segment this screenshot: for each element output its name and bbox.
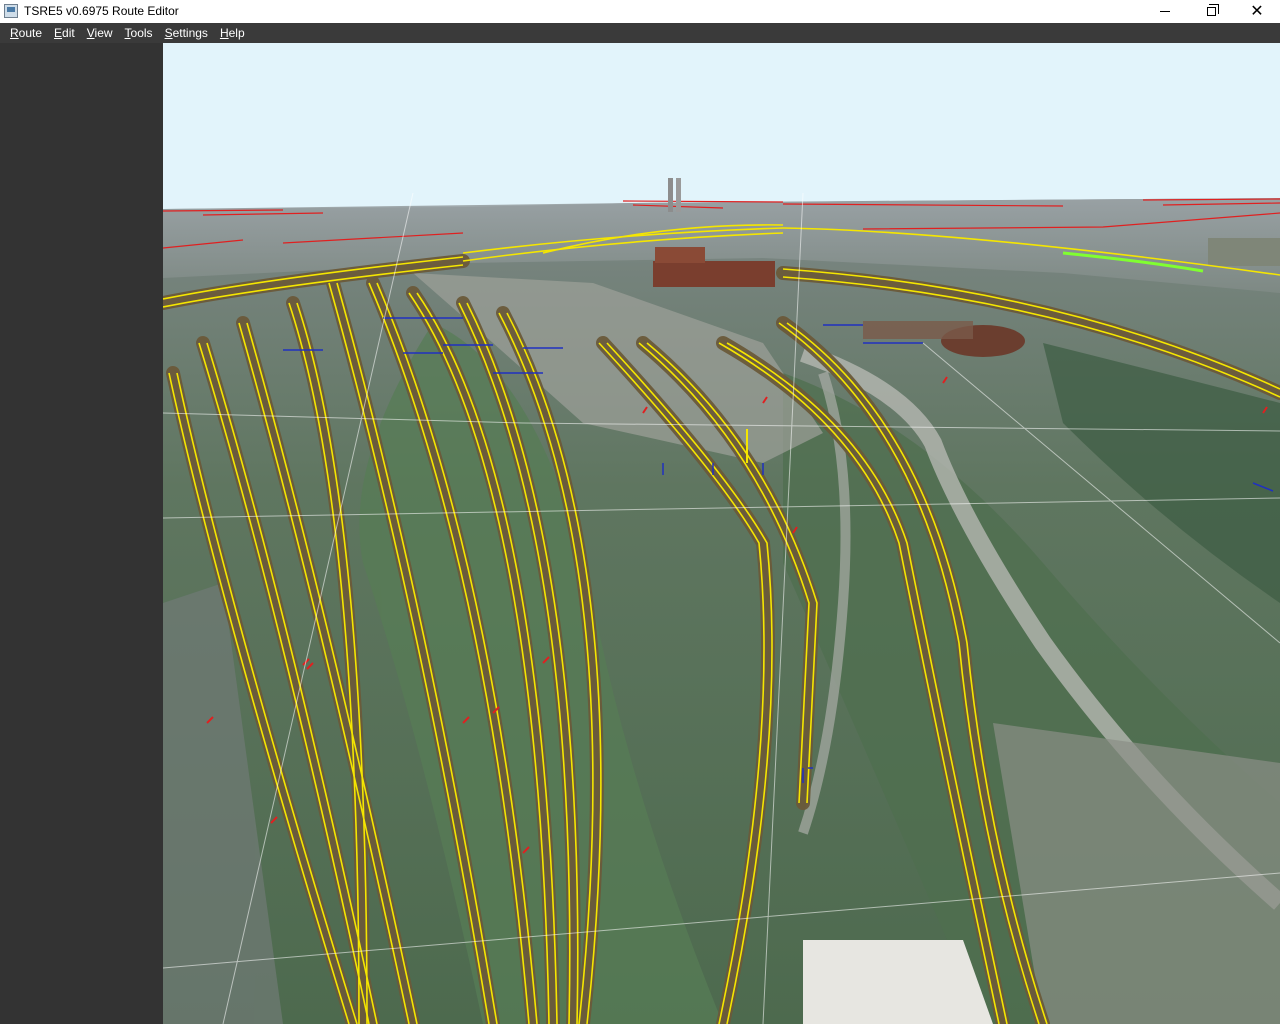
menu-route[interactable]: Route	[4, 23, 48, 43]
menu-bar: Route Edit View Tools Settings Help	[0, 23, 1280, 43]
3d-viewport[interactable]	[163, 43, 1280, 1024]
foreground-building	[803, 940, 993, 1024]
close-icon: ✕	[1250, 2, 1264, 20]
minimize-button[interactable]	[1142, 0, 1188, 23]
sky	[163, 43, 1280, 213]
route-scene	[163, 43, 1280, 1024]
title-bar: TSRE5 v0.6975 Route Editor ✕	[0, 0, 1280, 23]
apartment-block	[1208, 238, 1280, 266]
menu-tools[interactable]: Tools	[119, 23, 159, 43]
minimize-icon	[1160, 11, 1170, 12]
tools-side-panel[interactable]	[0, 43, 163, 1024]
menu-view[interactable]: View	[81, 23, 119, 43]
menu-edit[interactable]: Edit	[48, 23, 81, 43]
window-title: TSRE5 v0.6975 Route Editor	[24, 4, 179, 18]
maximize-button[interactable]	[1188, 0, 1234, 23]
restore-icon	[1206, 4, 1219, 16]
menu-settings[interactable]: Settings	[159, 23, 214, 43]
close-button[interactable]: ✕	[1234, 0, 1280, 23]
app-icon	[4, 4, 18, 18]
menu-help[interactable]: Help	[214, 23, 251, 43]
